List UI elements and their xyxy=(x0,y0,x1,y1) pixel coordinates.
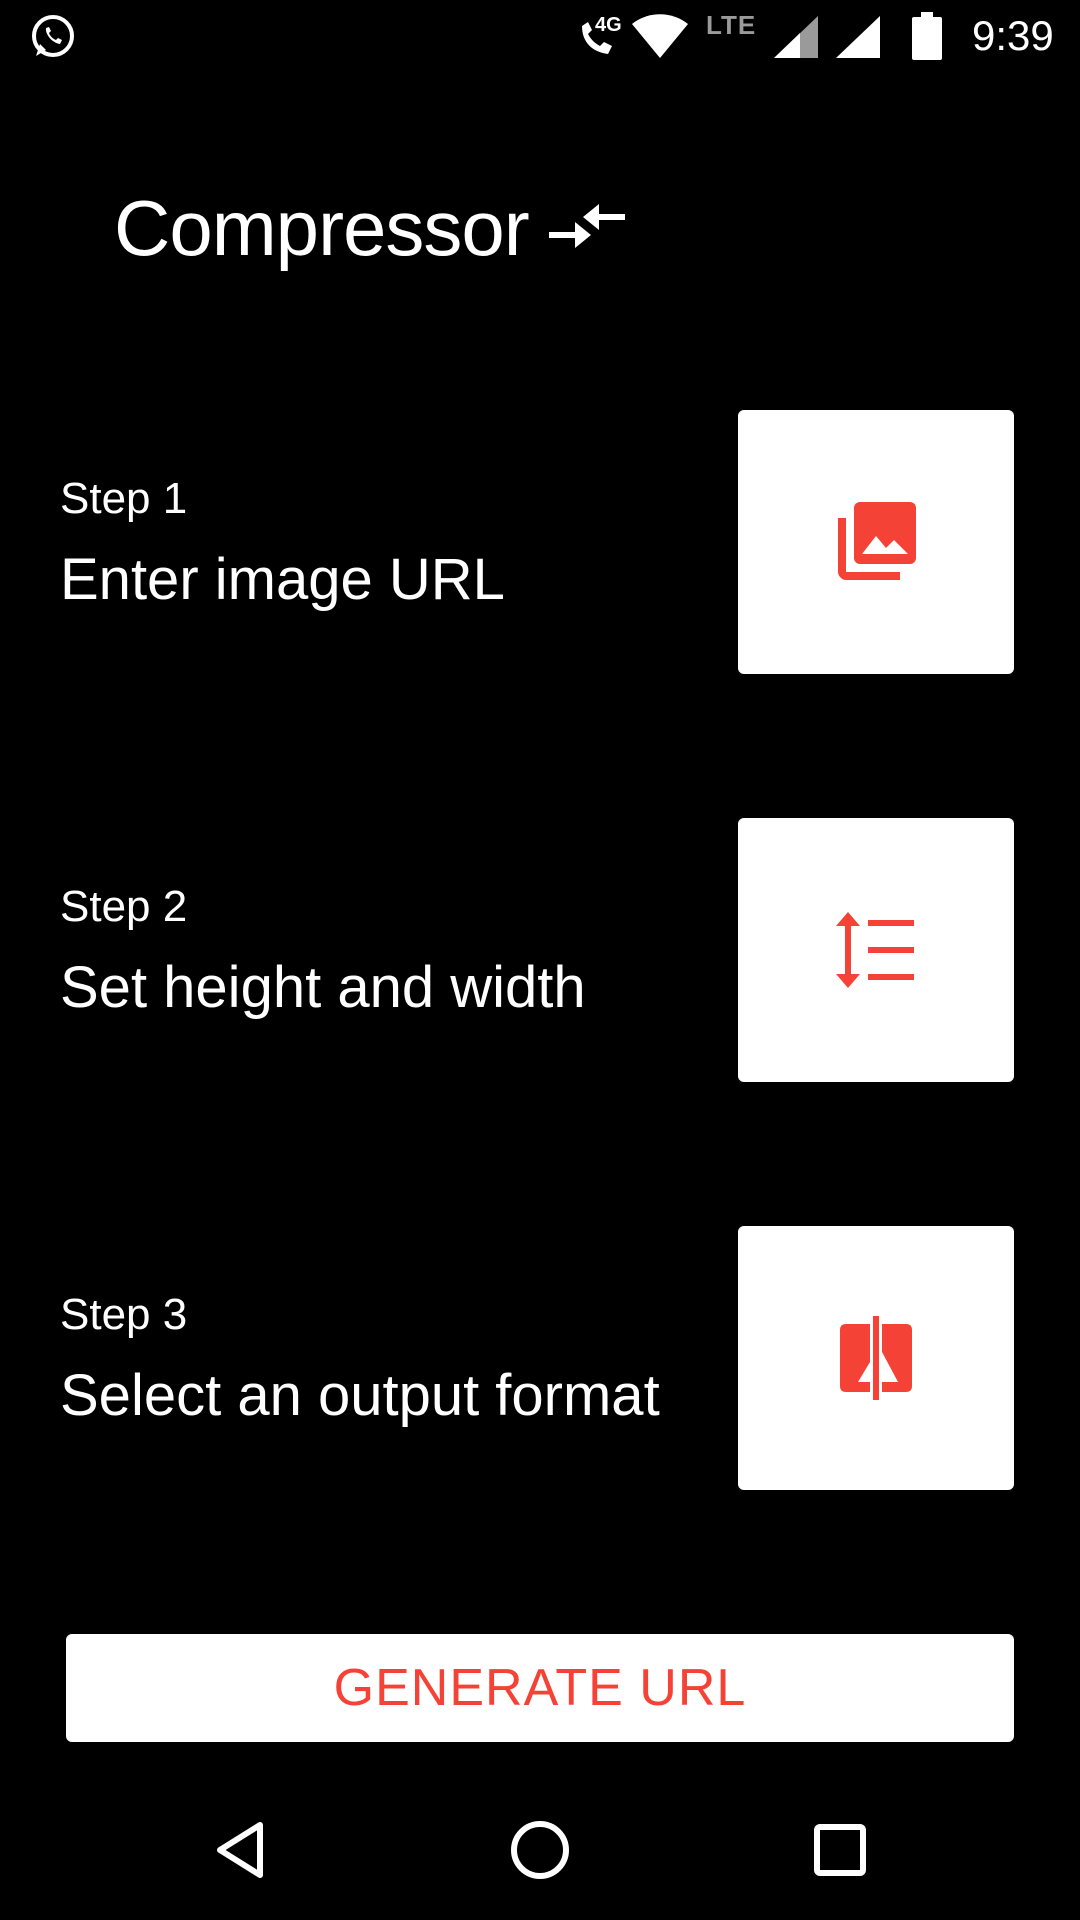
app-title-text: Compressor xyxy=(114,183,530,272)
enter-image-url-button[interactable] xyxy=(738,410,1014,674)
step-row-3: Step 3 Select an output format xyxy=(0,1226,1080,1490)
clock: 9:39 xyxy=(972,12,1054,59)
navigation-bar xyxy=(0,1800,1080,1920)
step-row-2: Step 2 Set height and width xyxy=(0,818,1080,1082)
page-title: Compressor xyxy=(114,184,627,272)
recent-apps-icon xyxy=(814,1824,866,1876)
signal-icon xyxy=(774,16,818,58)
network-badge: 4G xyxy=(595,14,622,36)
step-description: Enter image URL xyxy=(60,547,505,612)
line-height-icon xyxy=(836,912,914,988)
step-number: Step 2 xyxy=(60,882,188,931)
signal-icon xyxy=(836,16,880,58)
network-type: LTE xyxy=(706,10,757,40)
battery-icon xyxy=(912,12,942,60)
home-button[interactable] xyxy=(500,1810,580,1890)
set-dimensions-button[interactable] xyxy=(738,818,1014,1082)
select-format-button[interactable] xyxy=(738,1226,1014,1490)
generate-url-button[interactable]: GENERATE URL xyxy=(66,1634,1014,1742)
generate-url-label: GENERATE URL xyxy=(333,1659,747,1717)
step-number: Step 1 xyxy=(60,474,188,523)
back-button[interactable] xyxy=(200,1810,280,1890)
step-row-1: Step 1 Enter image URL xyxy=(0,410,1080,674)
home-icon xyxy=(511,1821,569,1879)
wifi-icon xyxy=(632,14,688,58)
status-bar: 4G LTE 9:39 xyxy=(0,0,1080,72)
compare-icon xyxy=(840,1316,912,1400)
recent-apps-button[interactable] xyxy=(800,1810,880,1890)
back-icon xyxy=(217,1822,263,1878)
compress-arrows-icon xyxy=(548,204,625,248)
step-description: Select an output format xyxy=(60,1363,660,1428)
whatsapp-icon xyxy=(32,15,74,57)
step-number: Step 3 xyxy=(60,1290,188,1339)
photo-library-icon xyxy=(838,502,916,580)
step-description: Set height and width xyxy=(60,955,586,1020)
